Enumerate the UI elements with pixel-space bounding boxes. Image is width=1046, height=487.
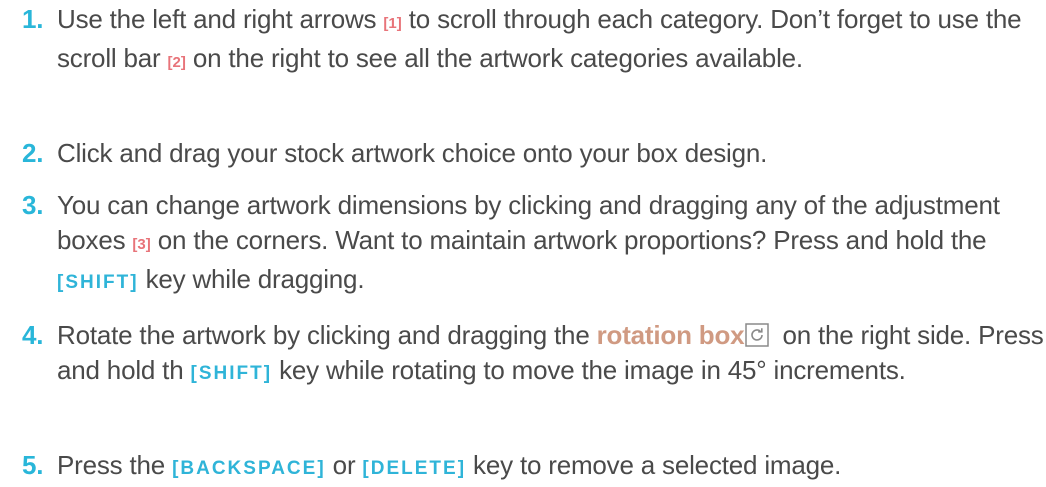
rotation-box-label: rotation box (596, 320, 745, 350)
step-text: key to remove a selected image. (466, 450, 842, 480)
step-number: 5. (22, 450, 44, 480)
step-text: or (325, 450, 363, 480)
shift-key-label: [SHIFT] (57, 272, 139, 293)
step-text: on the right to see all the artwork cate… (185, 43, 803, 73)
step-text: Click and drag your stock artwork choice… (57, 138, 768, 168)
step-text: key while dragging. (138, 264, 365, 294)
reference-marker: [2] (167, 54, 186, 71)
delete-key-label: [DELETE] (362, 458, 467, 479)
step-text: on the corners. Want to maintain artwork… (150, 225, 987, 255)
reference-marker: [1] (383, 15, 402, 32)
step-2: 2. Click and drag your stock artwork cho… (22, 136, 1042, 171)
step-number: 4. (22, 320, 44, 350)
step-text: Press the (57, 450, 173, 480)
shift-key-label: [SHIFT] (190, 363, 273, 384)
step-text: Rotate the artwork by clicking and dragg… (57, 320, 597, 350)
step-4: 4. Rotate the artwork by clicking and dr… (22, 318, 1046, 391)
reference-marker: [3] (132, 236, 151, 253)
step-text: Use the left and right arrows (57, 4, 384, 34)
step-3: 3. You can change artwork dimensions by … (22, 188, 1042, 300)
backspace-key-label: [BACKSPACE] (172, 458, 326, 479)
step-number: 1. (22, 4, 44, 34)
step-text: key while rotating to move the image in … (272, 355, 906, 385)
step-number: 2. (22, 138, 44, 168)
step-5: 5. Press the [BACKSPACE] or [DELETE] key… (22, 448, 1046, 486)
step-number: 3. (22, 190, 44, 220)
rotate-icon (745, 321, 770, 347)
step-1: 1. Use the left and right arrows [1] to … (22, 2, 1042, 80)
